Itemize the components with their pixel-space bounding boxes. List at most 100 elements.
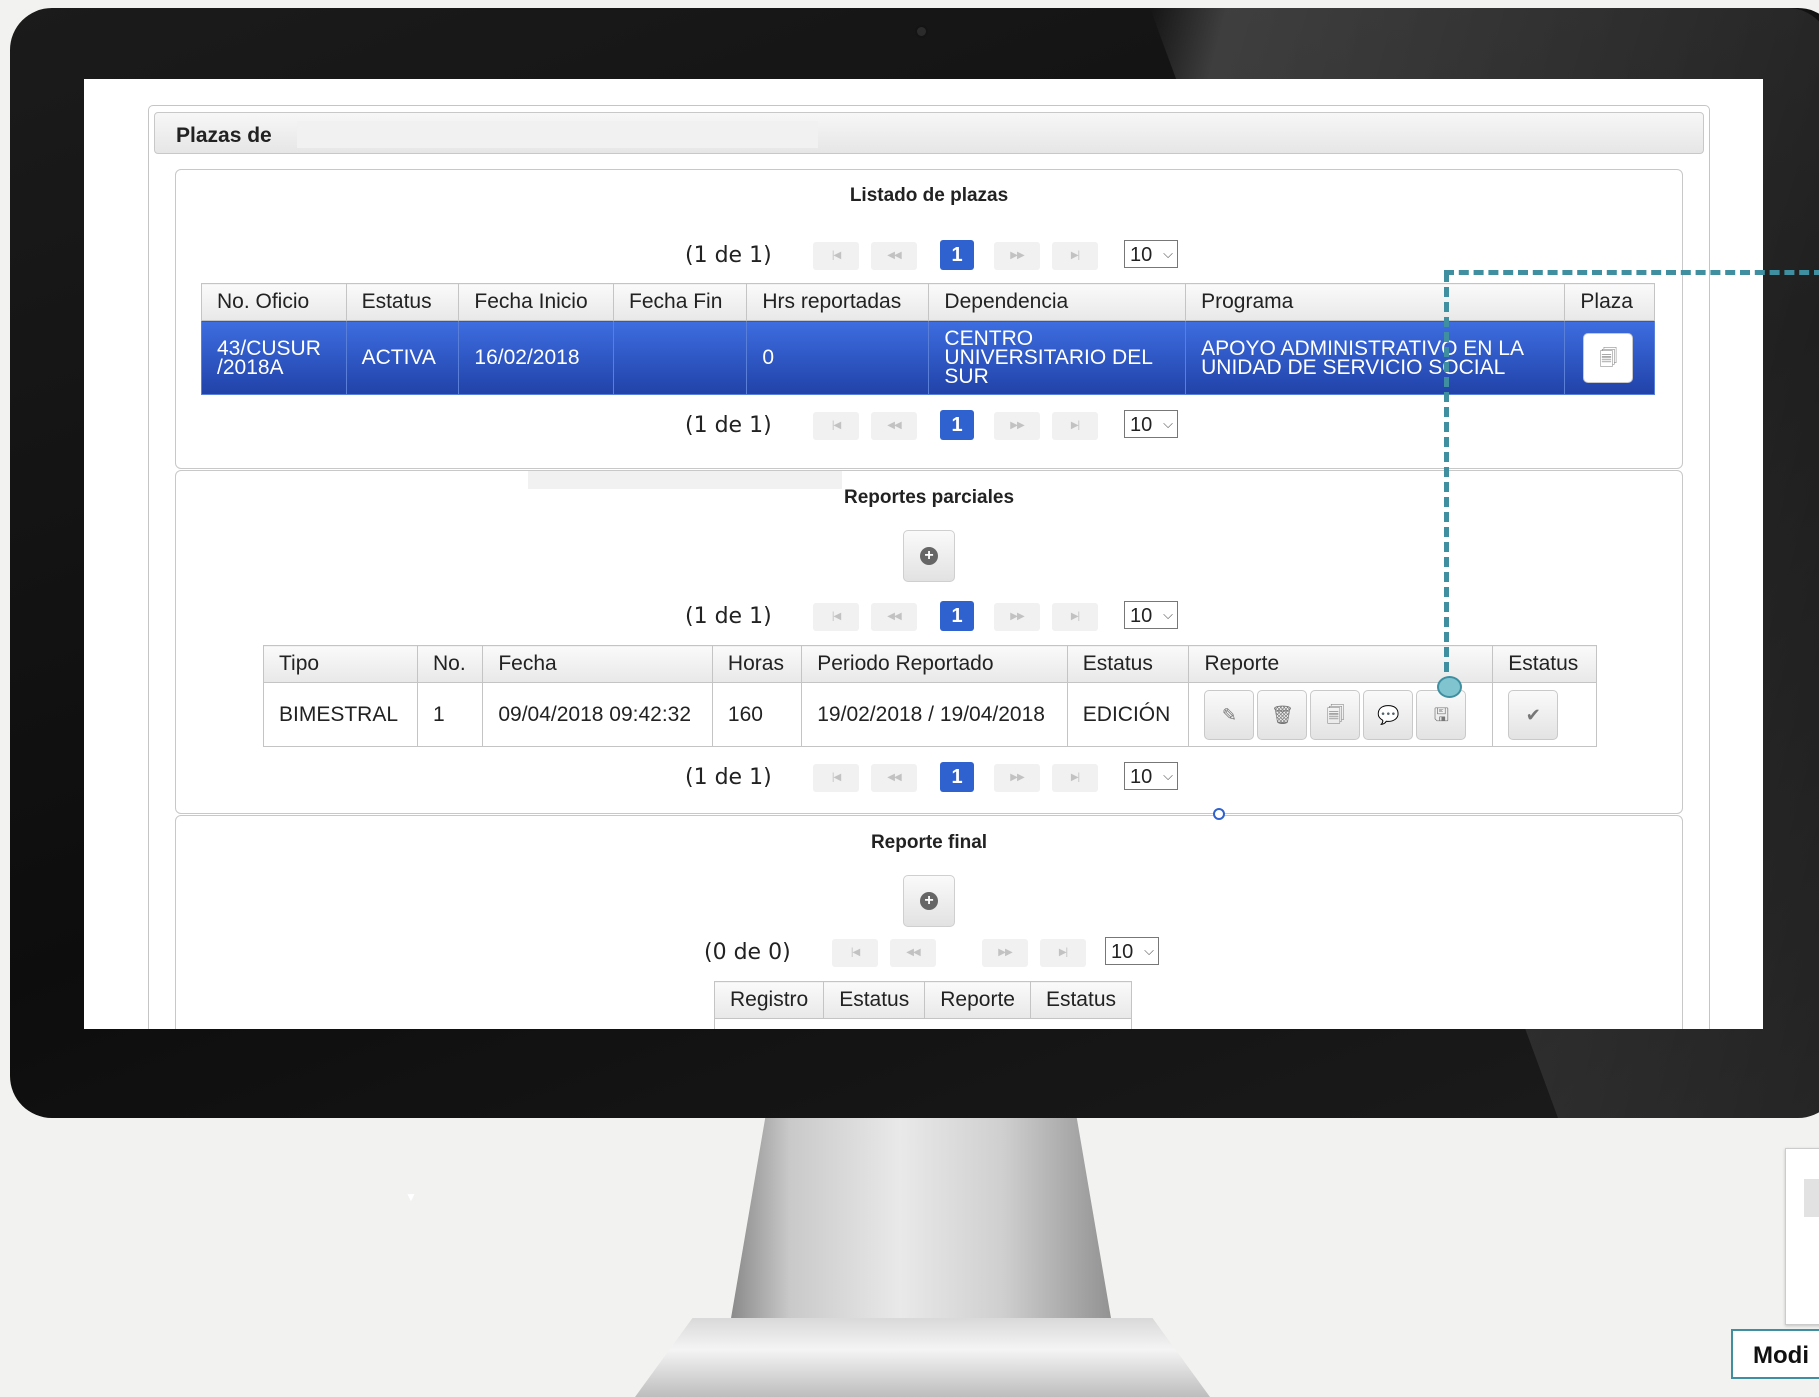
cell-fecha-inicio: 16/02/2018 — [458, 320, 615, 395]
comment-icon: 💬 — [1377, 704, 1400, 725]
prev-page-button[interactable]: ◀◀ — [871, 242, 917, 270]
page-1-button[interactable]: 1 — [940, 240, 974, 270]
next-page-button[interactable]: ▶▶ — [994, 764, 1040, 792]
paginator-status: (0 de 0) — [704, 940, 791, 965]
plazas-paginator-top: (1 de 1) |◀ ◀◀ 1 ▶▶ ▶| 10 ⌵ — [176, 240, 1682, 270]
panel-title: Plazas de — [176, 124, 272, 147]
plazas-table: No. Oficio Estatus Fecha Inicio Fecha Fi… — [201, 283, 1655, 395]
col-fecha-fin[interactable]: Fecha Fin — [613, 283, 748, 321]
pencil-icon: ✎ — [1221, 704, 1237, 725]
col-registro[interactable]: Registro — [713, 981, 825, 1019]
add-report-button[interactable]: + — [903, 530, 955, 582]
callout-dot — [1437, 676, 1462, 698]
last-page-button[interactable]: ▶| — [1040, 939, 1086, 967]
table-row[interactable]: 43/CUSUR/2018A ACTIVA 16/02/2018 0 CENTR… — [201, 320, 1655, 395]
check-icon: ✔ — [1525, 704, 1541, 725]
paginator-status: (1 de 1) — [685, 243, 772, 268]
first-page-button[interactable]: |◀ — [813, 412, 859, 440]
parciales-paginator-top: (1 de 1) |◀ ◀◀ 1 ▶▶ ▶| 10 ⌵ — [176, 601, 1682, 631]
next-page-button[interactable]: ▶▶ — [994, 603, 1040, 631]
final-paginator: (0 de 0) |◀ ◀◀ ▶▶ ▶| 10 ⌵ — [176, 937, 1682, 967]
rows-per-page-select[interactable]: 10 ⌵ — [1124, 410, 1178, 438]
camera-dot — [917, 27, 926, 36]
first-page-button[interactable]: |◀ — [813, 764, 859, 792]
plazas-panel: Plazas de Listado de plazas (1 de 1) |◀ … — [148, 105, 1710, 1029]
col-estatus-2[interactable]: Estatus — [1492, 645, 1597, 683]
cell-oficio: 43/CUSUR/2018A — [201, 320, 347, 395]
page-1-button[interactable]: 1 — [940, 762, 974, 792]
cell-estatus: EDICIÓN — [1066, 682, 1190, 747]
col-programa[interactable]: Programa — [1185, 283, 1566, 321]
view-document-button[interactable]: 🗐 — [1310, 689, 1361, 740]
plus-icon: + — [920, 546, 938, 565]
cell-tipo: BIMESTRAL — [263, 682, 418, 747]
col-dependencia[interactable]: Dependencia — [928, 283, 1187, 321]
col-fecha-inicio[interactable]: Fecha Inicio — [458, 283, 615, 321]
plus-icon: + — [920, 891, 938, 910]
save-button[interactable]: 🖫 — [1416, 689, 1467, 740]
chevron-down-icon: ⌵ — [1163, 607, 1173, 622]
delete-button[interactable]: 🗑 — [1257, 689, 1308, 740]
col-periodo[interactable]: Periodo Reportado — [801, 645, 1068, 683]
last-page-button[interactable]: ▶| — [1052, 764, 1098, 792]
view-plaza-button[interactable]: 🗐 — [1583, 332, 1634, 383]
cell-estatus-action: ✔ — [1492, 682, 1597, 747]
comments-button[interactable]: 💬 — [1363, 689, 1414, 740]
last-page-button[interactable]: ▶| — [1052, 603, 1098, 631]
edit-button[interactable]: ✎ — [1204, 689, 1255, 740]
chevron-down-icon: ⌵ — [1163, 768, 1173, 783]
last-page-button[interactable]: ▶| — [1052, 242, 1098, 270]
page-1-button[interactable]: 1 — [940, 410, 974, 440]
col-horas[interactable]: Horas — [711, 645, 803, 683]
rows-per-page-select[interactable]: 10 ⌵ — [1124, 601, 1178, 629]
rows-per-page-select[interactable]: 10 ⌵ — [1124, 240, 1178, 268]
chevron-down-icon: ⌵ — [1163, 416, 1173, 431]
next-page-button[interactable]: ▶▶ — [982, 939, 1028, 967]
next-page-button[interactable]: ▶▶ — [994, 242, 1040, 270]
cell-periodo: 19/02/2018 / 19/04/2018 — [801, 682, 1068, 747]
document-icon: 🗐 — [1326, 704, 1345, 725]
final-table: Registro Estatus Reporte Estatus No hay … — [713, 981, 1133, 1029]
final-title: Reporte final — [870, 832, 988, 853]
cell-programa: APOYO ADMINISTRATIVO EN LA UNIDAD DE SERV… — [1185, 320, 1566, 395]
small-triangle-icon: ▼ — [405, 1190, 417, 1204]
page-1-button[interactable]: 1 — [940, 601, 974, 631]
cell-horas: 160 — [711, 682, 803, 747]
col-estatus-2[interactable]: Estatus — [1029, 981, 1133, 1019]
col-fecha[interactable]: Fecha — [482, 645, 713, 683]
table-row: No hay reporte final registrado — [713, 1018, 1133, 1029]
chevron-down-icon: ⌵ — [1163, 246, 1173, 261]
first-page-button[interactable]: |◀ — [813, 603, 859, 631]
cell-fecha-fin — [613, 320, 748, 395]
table-row[interactable]: BIMESTRAL 1 09/04/2018 09:42:32 160 19/0… — [263, 682, 1597, 747]
col-reporte[interactable]: Reporte — [924, 981, 1031, 1019]
plazas-title: Listado de plazas — [849, 185, 1009, 206]
first-page-button[interactable]: |◀ — [813, 242, 859, 270]
rows-per-page-select[interactable]: 10 ⌵ — [1105, 937, 1159, 965]
next-page-button[interactable]: ▶▶ — [994, 412, 1040, 440]
first-page-button[interactable]: |◀ — [832, 939, 878, 967]
col-hrs-reportadas[interactable]: Hrs reportadas — [746, 283, 930, 321]
paginator-status: (1 de 1) — [685, 765, 772, 790]
paginator-status: (1 de 1) — [685, 413, 772, 438]
prev-page-button[interactable]: ◀◀ — [890, 939, 936, 967]
col-tipo[interactable]: Tipo — [263, 645, 418, 683]
approve-button[interactable]: ✔ — [1508, 689, 1559, 740]
prev-page-button[interactable]: ◀◀ — [871, 764, 917, 792]
side-thumbnail — [1785, 1148, 1819, 1325]
col-estatus[interactable]: Estatus — [1066, 645, 1190, 683]
col-estatus[interactable]: Estatus — [823, 981, 926, 1019]
cell-dependencia: CENTRO UNIVERSITARIO DEL SUR — [928, 320, 1187, 395]
col-plaza[interactable]: Plaza — [1564, 283, 1655, 321]
last-page-button[interactable]: ▶| — [1052, 412, 1098, 440]
parciales-table: Tipo No. Fecha Horas Periodo Reportado E… — [263, 645, 1597, 747]
parciales-fieldset: Reportes parciales + (1 de 1) |◀ ◀◀ 1 ▶▶… — [175, 470, 1683, 814]
rows-per-page-select[interactable]: 10 ⌵ — [1124, 762, 1178, 790]
col-estatus[interactable]: Estatus — [345, 283, 460, 321]
add-final-report-button[interactable]: + — [903, 875, 955, 927]
col-no-oficio[interactable]: No. Oficio — [201, 283, 347, 321]
prev-page-button[interactable]: ◀◀ — [871, 412, 917, 440]
prev-page-button[interactable]: ◀◀ — [871, 603, 917, 631]
plazas-paginator-bottom: (1 de 1) |◀ ◀◀ 1 ▶▶ ▶| 10 ⌵ — [176, 410, 1682, 440]
col-no[interactable]: No. — [416, 645, 484, 683]
